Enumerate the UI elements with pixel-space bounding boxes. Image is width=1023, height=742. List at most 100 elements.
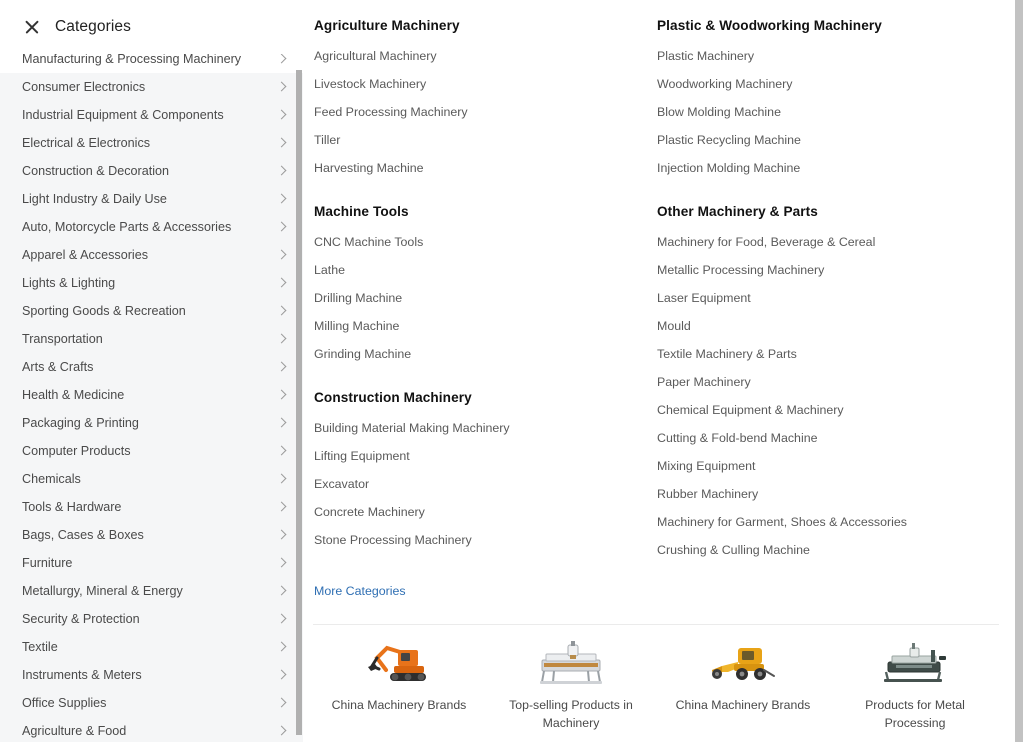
chevron-right-icon (277, 362, 287, 372)
sidebar-item-label: Packaging & Printing (22, 416, 139, 430)
subcategory-link[interactable]: Excavator (314, 470, 655, 498)
sidebar-item-label: Tools & Hardware (22, 500, 122, 514)
subcategory-link[interactable]: Textile Machinery & Parts (657, 340, 1003, 368)
chevron-right-icon (277, 222, 287, 232)
subcategory-link[interactable]: Laser Equipment (657, 284, 1003, 312)
promo-card[interactable]: Top-selling Products in Machinery (485, 636, 657, 732)
sidebar-item[interactable]: Agriculture & Food (0, 717, 303, 742)
page-scrollbar-thumb[interactable] (1015, 0, 1023, 742)
sidebar-item[interactable]: Construction & Decoration (0, 157, 303, 185)
sidebar-item[interactable]: Arts & Crafts (0, 353, 303, 381)
subcategory-link[interactable]: Tiller (314, 126, 655, 154)
subcategory-panel: Agriculture Machinery Agricultural Machin… (303, 0, 1023, 742)
subcategory-link[interactable]: Grinding Machine (314, 340, 655, 368)
categories-sidebar: Categories Manufacturing & Processing Ma… (0, 0, 303, 742)
chevron-right-icon (277, 726, 287, 736)
subcategory-column: Plastic & Woodworking Machinery Plastic M… (655, 0, 1003, 600)
subcategory-link[interactable]: Woodworking Machinery (657, 70, 1003, 98)
loader-machine-image (704, 636, 782, 688)
sidebar-item[interactable]: Industrial Equipment & Components (0, 101, 303, 129)
sidebar-item-label: Office Supplies (22, 696, 107, 710)
subcategory-link[interactable]: Mould (657, 312, 1003, 340)
sidebar-item-label: Sporting Goods & Recreation (22, 304, 186, 318)
sidebar-item-label: Manufacturing & Processing Machinery (22, 54, 242, 66)
subcategory-group-title[interactable]: Machine Tools (314, 204, 655, 219)
subcategory-link[interactable]: Machinery for Garment, Shoes & Accessori… (657, 508, 1003, 536)
subcategory-link[interactable]: Milling Machine (314, 312, 655, 340)
sidebar-scrollbar-thumb[interactable] (296, 70, 302, 735)
subcategory-link[interactable]: Machinery for Food, Beverage & Cereal (657, 228, 1003, 256)
more-categories-link[interactable]: More Categories (314, 584, 406, 598)
page-scrollbar[interactable] (1014, 0, 1023, 742)
chevron-right-icon (277, 586, 287, 596)
subcategory-link[interactable]: Cutting & Fold-bend Machine (657, 424, 1003, 452)
subcategory-link[interactable]: Lathe (314, 256, 655, 284)
subcategory-link[interactable]: Injection Molding Machine (657, 154, 1003, 182)
sidebar-item[interactable]: Tools & Hardware (0, 493, 303, 521)
subcategory-link[interactable]: Building Material Making Machinery (314, 414, 655, 442)
sidebar-item[interactable]: Office Supplies (0, 689, 303, 717)
sidebar-item[interactable]: Furniture (0, 549, 303, 577)
sidebar-scroll-area[interactable]: Manufacturing & Processing Machinery Cons… (0, 54, 303, 742)
sidebar-item[interactable]: Instruments & Meters (0, 661, 303, 689)
subcategory-link[interactable]: Drilling Machine (314, 284, 655, 312)
sidebar-item[interactable]: Health & Medicine (0, 381, 303, 409)
promo-card[interactable]: Products for Metal Processing (829, 636, 1001, 732)
subcategory-link[interactable]: Agricultural Machinery (314, 42, 655, 70)
subcategory-link[interactable]: Harvesting Machine (314, 154, 655, 182)
subcategory-group: Other Machinery & Parts Machinery for Foo… (657, 204, 1003, 564)
subcategory-group-title[interactable]: Construction Machinery (314, 390, 655, 405)
chevron-right-icon (277, 614, 287, 624)
subcategory-link[interactable]: CNC Machine Tools (314, 228, 655, 256)
chevron-right-icon (277, 138, 287, 148)
subcategory-link[interactable]: Concrete Machinery (314, 498, 655, 526)
sidebar-item[interactable]: Consumer Electronics (0, 73, 303, 101)
subcategory-group: Machine Tools CNC Machine Tools Lathe Drill… (314, 204, 655, 368)
promo-card[interactable]: China Machinery Brands (657, 636, 829, 732)
sidebar-item[interactable]: Auto, Motorcycle Parts & Accessories (0, 213, 303, 241)
subcategory-link[interactable]: Livestock Machinery (314, 70, 655, 98)
subcategory-list: CNC Machine Tools Lathe Drilling Machine Mi… (314, 228, 655, 368)
subcategory-group-title[interactable]: Agriculture Machinery (314, 18, 655, 33)
sidebar-item[interactable]: Apparel & Accessories (0, 241, 303, 269)
close-icon[interactable] (22, 17, 42, 37)
subcategory-link[interactable]: Crushing & Culling Machine (657, 536, 1003, 564)
promo-card-label: Top-selling Products in Machinery (509, 698, 633, 730)
subcategory-link[interactable]: Lifting Equipment (314, 442, 655, 470)
subcategory-link[interactable]: Blow Molding Machine (657, 98, 1003, 126)
subcategory-link[interactable]: Metallic Processing Machinery (657, 256, 1003, 284)
chevron-right-icon (277, 194, 287, 204)
chevron-right-icon (277, 334, 287, 344)
sidebar-item[interactable]: Textile (0, 633, 303, 661)
sidebar-title: Categories (55, 18, 131, 35)
subcategory-link[interactable]: Chemical Equipment & Machinery (657, 396, 1003, 424)
sidebar-item[interactable]: Lights & Lighting (0, 269, 303, 297)
chevron-right-icon (277, 110, 287, 120)
sidebar-item[interactable]: Light Industry & Daily Use (0, 185, 303, 213)
sidebar-item[interactable]: Chemicals (0, 465, 303, 493)
sidebar-item[interactable]: Bags, Cases & Boxes (0, 521, 303, 549)
sidebar-item[interactable]: Manufacturing & Processing Machinery (0, 54, 303, 73)
subcategory-link[interactable]: Rubber Machinery (657, 480, 1003, 508)
chevron-right-icon (277, 502, 287, 512)
sidebar-item[interactable]: Metallurgy, Mineral & Energy (0, 577, 303, 605)
sidebar-scrollbar[interactable] (296, 70, 302, 735)
sidebar-item[interactable]: Electrical & Electronics (0, 129, 303, 157)
sidebar-item[interactable]: Computer Products (0, 437, 303, 465)
subcategory-link[interactable]: Plastic Recycling Machine (657, 126, 1003, 154)
sidebar-item[interactable]: Security & Protection (0, 605, 303, 633)
subcategory-link[interactable]: Mixing Equipment (657, 452, 1003, 480)
subcategory-link[interactable]: Stone Processing Machinery (314, 526, 655, 554)
subcategory-link[interactable]: Plastic Machinery (657, 42, 1003, 70)
sidebar-item[interactable]: Transportation (0, 325, 303, 353)
subcategory-link[interactable]: Feed Processing Machinery (314, 98, 655, 126)
subcategory-link[interactable]: Paper Machinery (657, 368, 1003, 396)
sidebar-item-label: Light Industry & Daily Use (22, 192, 167, 206)
sidebar-item[interactable]: Packaging & Printing (0, 409, 303, 437)
subcategory-group-title[interactable]: Plastic & Woodworking Machinery (657, 18, 1003, 33)
subcategory-list: Building Material Making Machinery Liftin… (314, 414, 655, 554)
subcategory-group-title[interactable]: Other Machinery & Parts (657, 204, 1003, 219)
sidebar-item[interactable]: Sporting Goods & Recreation (0, 297, 303, 325)
chevron-right-icon (277, 278, 287, 288)
promo-card[interactable]: China Machinery Brands (313, 636, 485, 732)
